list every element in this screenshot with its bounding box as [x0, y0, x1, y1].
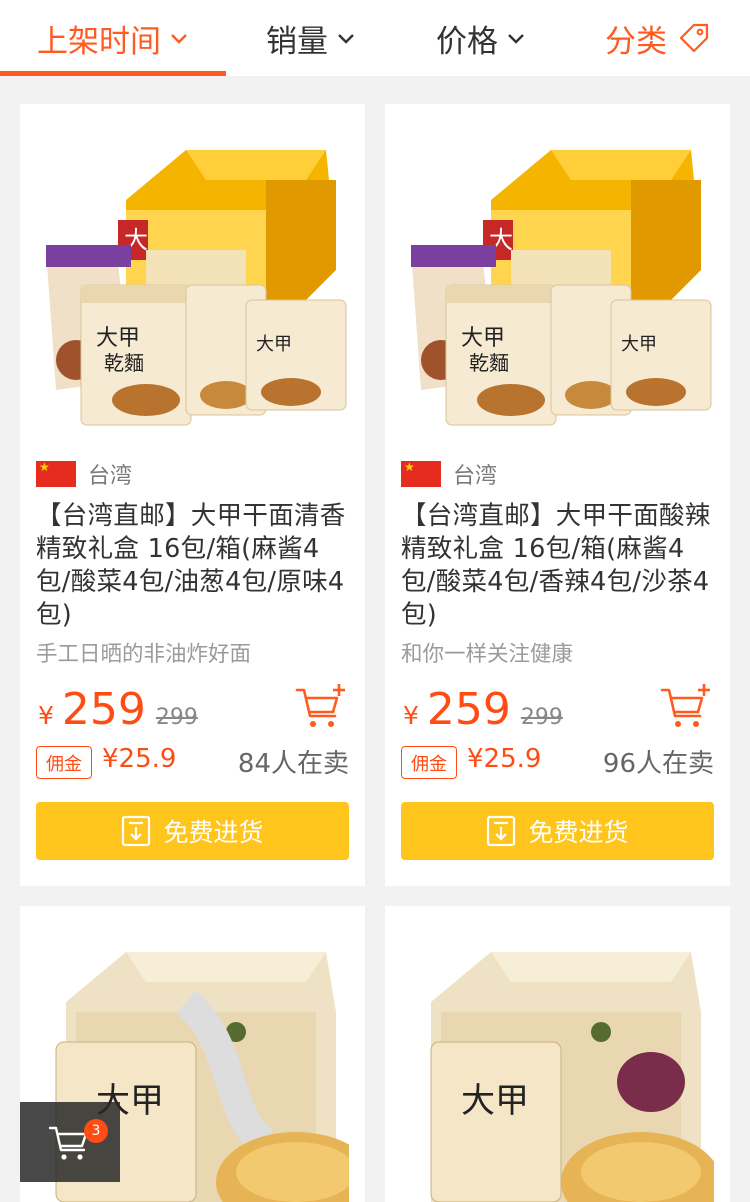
price: 259: [61, 684, 146, 735]
commission-row: 佣金 ¥25.9 84人在卖: [36, 744, 349, 780]
commission-value: ¥25.9: [102, 744, 177, 774]
sort-by-price[interactable]: 价格: [396, 0, 566, 76]
add-to-cart-icon[interactable]: [295, 682, 347, 730]
sellers-count: 84人在卖: [237, 749, 349, 779]
import-icon: [487, 815, 516, 847]
currency-symbol: ¥: [403, 701, 419, 730]
origin-label: 台湾: [88, 464, 133, 489]
free-stock-button[interactable]: 免费进货: [36, 802, 349, 860]
free-stock-button[interactable]: 免费进货: [401, 802, 714, 860]
commission-badge: 佣金: [401, 746, 457, 779]
sort-by-sales[interactable]: 销量: [226, 0, 396, 76]
product-image[interactable]: 大甲: [401, 922, 714, 1202]
active-tab-indicator: [0, 71, 226, 76]
china-flag-icon: [36, 460, 76, 487]
sort-by-listing-time[interactable]: 上架时间: [0, 0, 226, 76]
product-title[interactable]: 【台湾直邮】大甲干面清香精致礼盒 16包/箱(麻酱4包/酸菜4包/油葱4包/原味…: [36, 500, 351, 632]
original-price: 299: [520, 705, 563, 730]
chevron-down-icon: [508, 34, 524, 44]
origin-label: 台湾: [453, 464, 498, 489]
chevron-down-icon: [338, 34, 354, 44]
currency-symbol: ¥: [38, 701, 54, 730]
origin: 台湾: [401, 458, 497, 490]
floating-cart-button[interactable]: 3: [20, 1102, 120, 1182]
sort-label: 销量: [266, 23, 328, 60]
product-card[interactable]: 大 大甲 乾麵 大甲 台湾 【台湾直邮】大甲干面酸辣精致礼盒 16包/箱(麻酱4…: [385, 104, 730, 886]
svg-text:乾麵: 乾麵: [469, 351, 509, 375]
price: 259: [426, 684, 511, 735]
sort-label: 分类: [605, 23, 667, 60]
free-stock-label: 免费进货: [163, 818, 264, 847]
commission-badge: 佣金: [36, 746, 92, 779]
category-filter[interactable]: 分类: [566, 0, 750, 76]
tag-icon: [679, 23, 709, 53]
add-to-cart-icon[interactable]: [660, 682, 712, 730]
svg-text:大甲: 大甲: [461, 1081, 529, 1121]
svg-text:大甲: 大甲: [96, 326, 140, 351]
product-card[interactable]: 大 大甲 乾麵 大甲 台湾 【台湾直邮】大甲干面清香精致礼盒 16包/箱(麻酱4…: [20, 104, 365, 886]
sort-label: 价格: [436, 23, 498, 60]
product-title[interactable]: 【台湾直邮】大甲干面酸辣精致礼盒 16包/箱(麻酱4包/酸菜4包/香辣4包/沙茶…: [401, 500, 716, 632]
gift-box-image: 大甲: [430, 952, 714, 1202]
svg-text:大甲: 大甲: [621, 334, 657, 355]
import-icon: [122, 815, 151, 847]
price-row: ¥ 259 299: [38, 684, 198, 735]
sellers-count: 96人在卖: [602, 749, 714, 779]
product-subtitle: 和你一样关注健康: [401, 642, 574, 667]
original-price: 299: [155, 705, 198, 730]
china-flag-icon: [401, 460, 441, 487]
commission-value: ¥25.9: [467, 744, 542, 774]
svg-text:乾麵: 乾麵: [104, 351, 144, 375]
product-subtitle: 手工日晒的非油炸好面: [36, 642, 252, 667]
sort-label: 上架时间: [37, 23, 161, 60]
chevron-down-icon: [171, 34, 187, 44]
svg-text:大甲: 大甲: [256, 334, 292, 355]
origin: 台湾: [36, 458, 132, 490]
svg-text:大甲: 大甲: [461, 326, 505, 351]
gift-box-image: 大 大甲 乾麵 大甲: [411, 150, 712, 426]
free-stock-label: 免费进货: [528, 818, 629, 847]
gift-box-image: 大 大甲 乾麵 大甲: [46, 150, 347, 426]
sort-bar: 上架时间 销量 价格 分类: [0, 0, 750, 76]
product-card[interactable]: 大甲: [385, 906, 730, 1202]
commission-row: 佣金 ¥25.9 96人在卖: [401, 744, 714, 780]
product-image[interactable]: 大 大甲 乾麵 大甲: [36, 120, 349, 433]
price-row: ¥ 259 299: [403, 684, 563, 735]
cart-count-badge: 3: [84, 1119, 108, 1143]
product-image[interactable]: 大 大甲 乾麵 大甲: [401, 120, 714, 433]
